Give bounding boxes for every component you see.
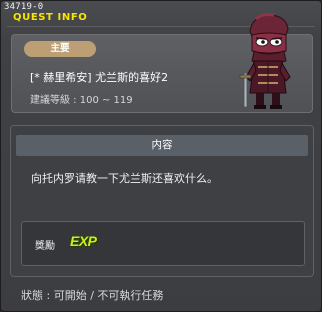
reward-box: 獎勵 EXP [21,221,305,266]
reward-label: 獎勵 [35,241,55,252]
quest-content-panel: 内容 向托内罗请教一下尤兰斯还喜欢什么。 獎勵 EXP [10,125,314,277]
quest-id: 34719-0 [4,2,44,12]
window-title: QUEST INFO [13,12,88,23]
quest-status: 狀態 : 可開始 / 不可執行任務 [21,289,164,302]
quest-type-badge: 主要 [24,41,96,57]
exp-icon[interactable]: EXP [70,233,97,249]
quest-summary-panel: 主要 [* 赫里希安] 尤兰斯的喜好2 建議等級 : 100 ~ 119 [11,13,313,113]
quest-description: 向托内罗请教一下尤兰斯还喜欢什么。 [31,172,218,185]
recommended-level: 建議等級 : 100 ~ 119 [30,95,133,106]
quest-name: [* 赫里希安] 尤兰斯的喜好2 [30,71,169,84]
content-header: 内容 [16,135,308,156]
quest-info-window: 34719-0 QUEST INFO 主要 [* 赫里希安] 尤兰斯的喜好2 建… [0,0,322,312]
npc-portrait [239,13,291,109]
